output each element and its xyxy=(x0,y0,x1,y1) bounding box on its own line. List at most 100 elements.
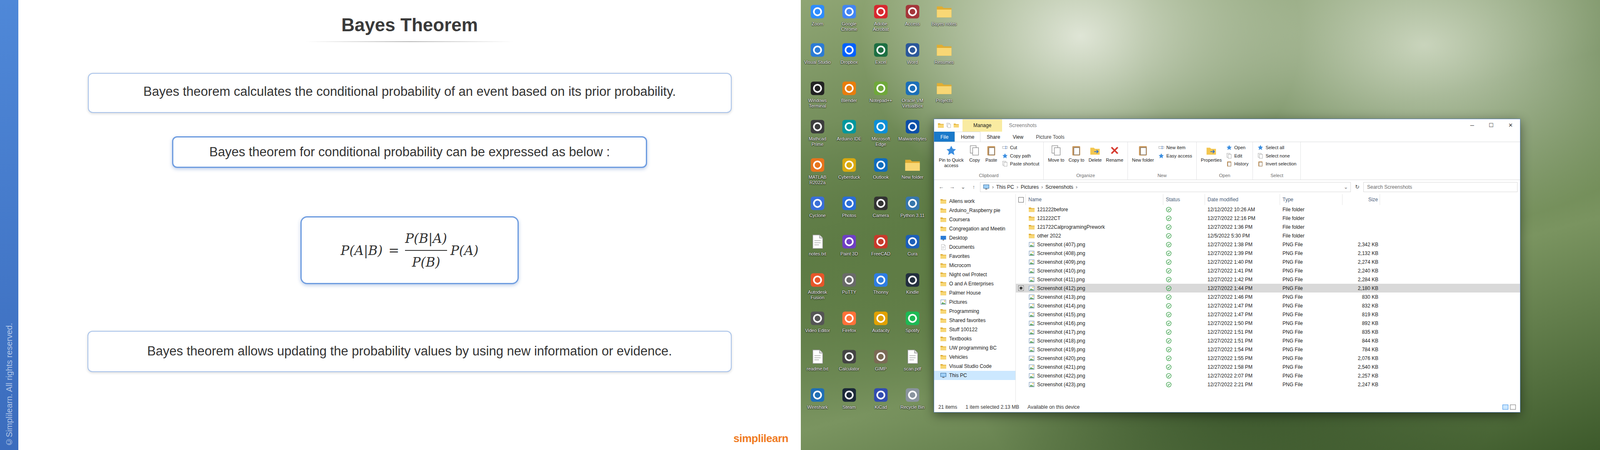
desktop-icon[interactable]: Thonny xyxy=(865,270,897,309)
desktop-icon[interactable]: Kindle xyxy=(896,270,929,309)
select-all-checkbox[interactable] xyxy=(1018,197,1024,203)
file-row[interactable]: Screenshot (417).png12/27/2022 1:51 PMPN… xyxy=(1015,327,1520,337)
desktop-icon[interactable]: GIMP xyxy=(865,346,897,385)
ribbon-button[interactable]: Easy access xyxy=(1157,152,1193,160)
desktop-icon[interactable]: Cura xyxy=(896,231,929,270)
desktop-icon[interactable]: Photos xyxy=(833,193,865,232)
desktop-icon[interactable]: Excel xyxy=(865,40,897,79)
ribbon-button[interactable]: Select none xyxy=(1257,152,1297,160)
file-row[interactable]: 121722CalprogramingPrework12/27/2022 1:3… xyxy=(1015,222,1520,232)
column-header[interactable]: Name xyxy=(1025,194,1164,205)
breadcrumb-item[interactable]: Screenshots xyxy=(1045,183,1074,191)
desktop-icon[interactable]: Blender xyxy=(833,78,865,117)
file-row[interactable]: Screenshot (407).png12/27/2022 1:38 PMPN… xyxy=(1015,240,1520,249)
desktop-icon[interactable]: Cyclone xyxy=(801,193,834,232)
recent-locations-button[interactable]: ⌄ xyxy=(958,182,968,192)
ribbon-button[interactable]: Copy xyxy=(966,143,983,164)
ribbon-button[interactable]: Invert selection xyxy=(1257,160,1297,168)
ribbon-button[interactable]: Copy to xyxy=(1066,143,1086,164)
desktop-icon[interactable]: Video Editor xyxy=(801,308,834,347)
desktop-icon[interactable]: readme.txt xyxy=(801,346,834,385)
maximize-button[interactable]: ☐ xyxy=(1481,119,1501,132)
desktop-icon[interactable]: Camera xyxy=(865,193,897,232)
desktop-icon[interactable]: Microsoft Edge xyxy=(865,116,897,155)
navigation-item[interactable]: Night owl Protect xyxy=(934,270,1016,280)
file-row[interactable]: 121222before12/12/2022 10:26 AMFile fold… xyxy=(1015,205,1520,214)
column-header[interactable]: Status xyxy=(1163,194,1205,205)
file-row[interactable]: Screenshot (419).png12/27/2022 1:54 PMPN… xyxy=(1015,345,1520,354)
desktop-icon[interactable]: Bayes notes xyxy=(928,1,960,40)
desktop-icon[interactable]: Malwarebytes xyxy=(896,116,929,155)
file-row[interactable]: Screenshot (422).png12/27/2022 2:07 PMPN… xyxy=(1015,371,1520,380)
ribbon-button[interactable]: New item xyxy=(1157,144,1193,152)
desktop-icon[interactable]: Access xyxy=(896,1,929,40)
ribbon-button[interactable]: Properties xyxy=(1199,143,1224,164)
desktop-icon[interactable]: Mathcad Prime xyxy=(801,116,834,155)
manage-context-tab[interactable]: Manage xyxy=(962,119,1003,132)
desktop-icon[interactable]: Oracle VM VirtualBox xyxy=(896,78,929,117)
file-row[interactable]: 121222CT12/27/2022 12:16 PMFile folder xyxy=(1015,213,1520,223)
desktop-icon[interactable]: Paint 3D xyxy=(833,231,865,270)
file-row[interactable]: other 202212/5/2022 5:30 PMFile folder xyxy=(1015,231,1520,240)
ribbon-tab[interactable]: Share xyxy=(980,131,1007,142)
navigation-item[interactable]: Congregation and Meetin xyxy=(934,224,1016,234)
minimize-button[interactable]: ─ xyxy=(1462,119,1482,132)
ribbon-button[interactable]: Move to xyxy=(1046,143,1066,164)
close-button[interactable]: ✕ xyxy=(1500,119,1520,132)
breadcrumb-item[interactable]: Pictures xyxy=(1020,183,1039,191)
desktop-icon[interactable]: Autodesk Fusion xyxy=(801,270,834,309)
file-row[interactable]: Screenshot (421).png12/27/2022 1:58 PMPN… xyxy=(1015,362,1520,372)
file-row[interactable]: Screenshot (413).png12/27/2022 1:46 PMPN… xyxy=(1015,292,1520,302)
ribbon-button[interactable]: Cut xyxy=(1001,144,1040,152)
navigation-item[interactable]: Favorites xyxy=(934,251,1016,261)
search-box[interactable] xyxy=(1363,182,1518,193)
ribbon-button[interactable]: New folder xyxy=(1130,143,1156,164)
ribbon-button[interactable]: Rename xyxy=(1104,143,1125,164)
navigation-item[interactable]: Microcom xyxy=(934,260,1016,270)
file-row[interactable]: Screenshot (418).png12/27/2022 1:51 PMPN… xyxy=(1015,336,1520,345)
navigation-item[interactable]: Palmer House xyxy=(934,288,1016,298)
desktop-icon[interactable]: Audacity xyxy=(865,308,897,347)
navigation-item[interactable]: O and A Enterprises xyxy=(934,279,1016,289)
desktop-icon[interactable]: New folder xyxy=(896,155,929,194)
ribbon-button[interactable]: Copy path xyxy=(1001,152,1040,160)
file-row[interactable]: Screenshot (415).png12/27/2022 1:47 PMPN… xyxy=(1015,310,1520,319)
desktop-icon[interactable]: notes.txt xyxy=(801,231,834,270)
ribbon-button[interactable]: Paste xyxy=(983,143,1000,164)
navigation-item[interactable]: Vehicles xyxy=(934,352,1016,362)
file-row[interactable]: Screenshot (414).png12/27/2022 1:47 PMPN… xyxy=(1015,301,1520,310)
navigation-item[interactable]: Documents xyxy=(934,242,1016,252)
ribbon-tab[interactable]: Home xyxy=(954,131,981,142)
navigation-item[interactable]: Visual Studio Code xyxy=(934,361,1016,371)
desktop-icon[interactable]: Windows Terminal xyxy=(801,78,834,117)
file-row[interactable]: Screenshot (420).png12/27/2022 1:55 PMPN… xyxy=(1015,353,1520,363)
desktop-icon[interactable]: Calculator xyxy=(833,346,865,385)
back-button[interactable]: ← xyxy=(936,182,946,192)
file-row[interactable]: Screenshot (412).png12/27/2022 1:44 PMPN… xyxy=(1015,283,1520,293)
navigation-item[interactable]: Shared favorites xyxy=(934,315,1016,325)
desktop-icon[interactable]: Wireshark xyxy=(801,385,834,424)
navigation-item[interactable]: Desktop xyxy=(934,233,1016,243)
ribbon-button[interactable]: Paste shortcut xyxy=(1001,160,1040,168)
navigation-item[interactable]: Coursera xyxy=(934,215,1016,225)
ribbon-tab[interactable]: File xyxy=(934,131,955,142)
breadcrumb-item[interactable]: This PC xyxy=(996,183,1015,191)
desktop-icon[interactable]: FreeCAD xyxy=(865,231,897,270)
up-button[interactable]: ↑ xyxy=(969,182,979,192)
column-header[interactable]: Date modified xyxy=(1205,194,1280,205)
column-header[interactable]: Type xyxy=(1280,194,1343,205)
desktop-icon[interactable]: Projects xyxy=(928,78,960,117)
navigation-item[interactable]: Allens work xyxy=(934,196,1016,206)
file-row[interactable]: Screenshot (411).png12/27/2022 1:42 PMPN… xyxy=(1015,275,1520,284)
desktop-icon[interactable]: Google Chrome xyxy=(833,1,865,40)
ribbon-button[interactable]: Select all xyxy=(1257,144,1297,152)
ribbon-button[interactable]: Open xyxy=(1225,144,1249,152)
desktop-icon[interactable]: Dropbox xyxy=(833,40,865,79)
desktop-icon[interactable]: Spotify xyxy=(896,308,929,347)
ribbon-button[interactable]: History xyxy=(1225,160,1249,168)
ribbon-button[interactable]: Pin to Quick access xyxy=(936,143,966,170)
desktop-icon[interactable]: Zoom xyxy=(801,1,834,40)
desktop-icon[interactable]: MATLAB R2022a xyxy=(801,155,834,194)
desktop-icon[interactable]: PuTTY xyxy=(833,270,865,309)
desktop-icon[interactable]: KiCad xyxy=(865,385,897,424)
